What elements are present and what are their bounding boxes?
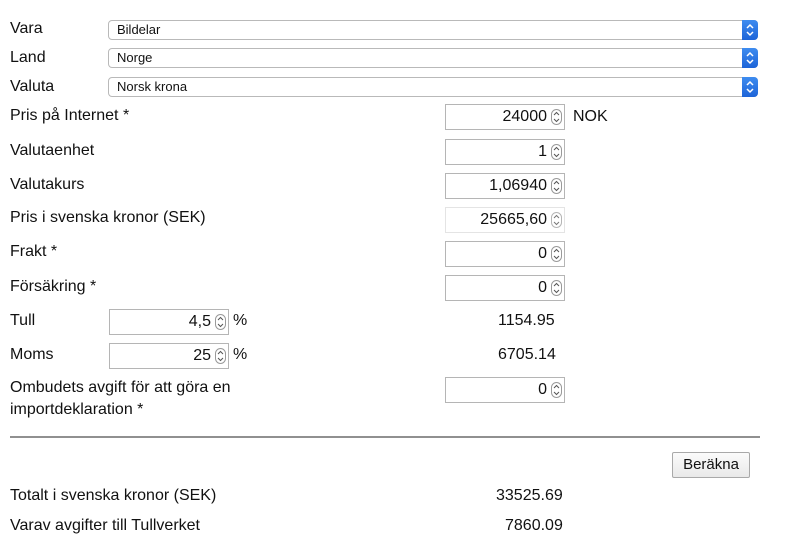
forsakring-label: Försäkring * <box>10 278 97 295</box>
valutakurs-input[interactable]: 1,06940 <box>445 173 565 199</box>
valutakurs-value: 1,06940 <box>489 177 547 194</box>
moms-input[interactable]: 25 <box>109 343 229 369</box>
frakt-label: Frakt * <box>10 243 58 260</box>
tull-input[interactable]: 4,5 <box>109 309 229 335</box>
spinner-icon[interactable] <box>551 178 562 194</box>
moms-label: Moms <box>10 346 54 363</box>
avgifter-value: 7860.09 <box>505 517 563 534</box>
pris-sek-input: 25665,60 <box>445 207 565 233</box>
frakt-input[interactable]: 0 <box>445 241 565 267</box>
valuta-label: Valuta <box>10 78 55 95</box>
spinner-icon[interactable] <box>551 280 562 296</box>
valutaenhet-label: Valutaenhet <box>10 142 95 159</box>
vara-select[interactable]: Bildelar <box>108 20 758 40</box>
divider <box>10 436 760 438</box>
spinner-icon[interactable] <box>215 314 226 330</box>
select-arrows-icon <box>742 77 758 97</box>
pris-sek-label: Pris i svenska kronor (SEK) <box>10 209 206 226</box>
forsakring-value: 0 <box>538 279 547 296</box>
moms-value: 25 <box>193 347 211 364</box>
valutaenhet-input[interactable]: 1 <box>445 139 565 165</box>
land-select[interactable]: Norge <box>108 48 758 68</box>
ombud-value: 0 <box>538 381 547 398</box>
spinner-icon[interactable] <box>551 246 562 262</box>
ombud-label-line1: Ombudets avgift för att göra en <box>10 379 231 396</box>
spinner-icon[interactable] <box>551 109 562 125</box>
vara-label: Vara <box>10 20 43 37</box>
tull-value: 4,5 <box>188 313 211 330</box>
tull-unit: % <box>233 312 248 329</box>
spinner-icon[interactable] <box>551 382 562 398</box>
select-arrows-icon <box>742 20 758 40</box>
spinner-icon[interactable] <box>215 348 226 364</box>
valutaenhet-value: 1 <box>538 143 547 160</box>
spinner-icon[interactable] <box>551 144 562 160</box>
frakt-value: 0 <box>538 245 547 262</box>
avgifter-label: Varav avgifter till Tullverket <box>10 517 200 534</box>
select-arrows-icon <box>742 48 758 68</box>
tull-label: Tull <box>10 312 36 329</box>
pris-internet-value: 24000 <box>502 108 548 125</box>
land-select-value: Norge <box>117 50 153 65</box>
vara-select-value: Bildelar <box>117 22 161 37</box>
pris-internet-label: Pris på Internet * <box>10 107 130 124</box>
moms-unit: % <box>233 346 248 363</box>
valuta-select-value: Norsk krona <box>117 79 188 94</box>
ombud-label-line2: importdeklaration * <box>10 401 144 418</box>
moms-result: 6705.14 <box>498 346 556 363</box>
total-sek-label: Totalt i svenska kronor (SEK) <box>10 487 217 504</box>
spinner-icon <box>551 212 562 228</box>
tull-result: 1154.95 <box>498 312 555 329</box>
pris-internet-input[interactable]: 24000 <box>445 104 565 130</box>
calculate-button[interactable]: Beräkna <box>672 452 750 478</box>
pris-internet-unit: NOK <box>573 108 608 125</box>
ombud-input[interactable]: 0 <box>445 377 565 403</box>
land-label: Land <box>10 49 46 66</box>
valutakurs-label: Valutakurs <box>10 176 85 193</box>
valuta-select[interactable]: Norsk krona <box>108 77 758 97</box>
total-sek-value: 33525.69 <box>496 487 563 504</box>
pris-sek-value: 25665,60 <box>480 211 547 228</box>
forsakring-input[interactable]: 0 <box>445 275 565 301</box>
